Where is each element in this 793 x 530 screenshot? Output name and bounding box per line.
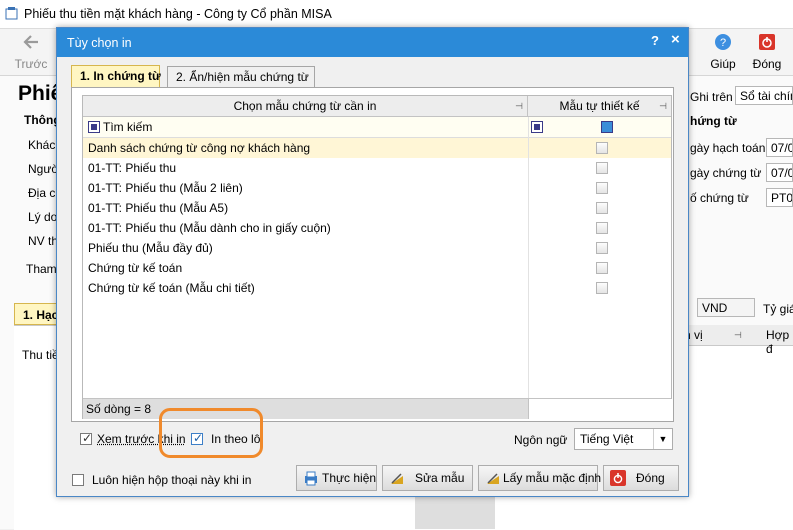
template-name: 01-TT: Phiếu thu (Mẫu 2 liên) [88, 181, 243, 195]
search-input[interactable]: Tìm kiếm [103, 120, 152, 134]
tab-print-voucher[interactable]: 1. In chứng từ [71, 65, 161, 88]
always-show-checkbox[interactable] [72, 474, 84, 486]
highlight-annotation [159, 408, 263, 458]
template-column-header: Chọn mẫu chứng từ cần in ⊣ [83, 96, 528, 117]
detail-grid-header: n vị ⊣ Hợp đ [684, 325, 793, 356]
custom-template-checkbox[interactable] [596, 262, 608, 274]
contract-column-header: Hợp đ [766, 328, 790, 356]
custom-template-checkbox[interactable] [596, 162, 608, 174]
filter-icon [88, 121, 100, 133]
dialog-title: Tùy chọn in [67, 36, 132, 50]
edit-template-button-label: Sửa mẫu [415, 471, 465, 485]
always-show-label[interactable]: Luôn hiện hộp thoại này khi in [92, 473, 251, 487]
posting-date-field[interactable]: 07/0 [766, 138, 793, 157]
tab-print-voucher-label: 1. In chứng từ [80, 69, 161, 83]
voucher-date-field[interactable]: 07/0 [766, 163, 793, 182]
template-name: 01-TT: Phiếu thu (Mẫu A5) [88, 201, 229, 215]
list-item[interactable]: Danh sách chứng từ công nợ khách hàng [83, 138, 671, 158]
tab-show-hide-templates[interactable]: 2. Ẩn/hiện mẫu chứng từ [167, 66, 315, 87]
dialog-title-bar: Tùy chọn in ? × [57, 28, 688, 57]
rate-label: Tỷ giá [763, 302, 793, 316]
list-item[interactable]: Chứng từ kế toán (Mẫu chi tiết) [83, 278, 671, 298]
preview-checkbox[interactable]: ✓ [80, 431, 93, 445]
custom-template-checkbox[interactable] [596, 142, 608, 154]
edit-template-button[interactable]: Sửa mẫu [382, 465, 473, 491]
template-icon [487, 473, 499, 484]
language-label: Ngôn ngữ [514, 433, 568, 447]
custom-column-label: Mẫu tự thiết kế [559, 99, 640, 113]
execute-button-label: Thực hiện [322, 471, 377, 485]
template-name: 01-TT: Phiếu thu (Mẫu dành cho in giấy c… [88, 221, 331, 235]
close-button[interactable]: Đóng [603, 465, 679, 491]
power-icon [759, 34, 775, 50]
edit-icon [391, 473, 403, 484]
filter-icon[interactable] [531, 121, 543, 133]
power-icon [610, 470, 626, 486]
background-title-bar: Phiếu thu tiền mặt khách hàng - Công ty … [0, 0, 793, 29]
custom-filter-checkbox[interactable] [601, 121, 613, 133]
row-count: Số dòng = 8 [86, 402, 152, 416]
voucher-number-field[interactable]: PT0 [766, 188, 793, 207]
book-select[interactable]: Sổ tài chính [735, 86, 793, 105]
voucher-section: hứng từ [690, 114, 737, 128]
currency-select[interactable]: VND [697, 298, 755, 317]
print-icon [305, 471, 317, 486]
custom-template-checkbox[interactable] [596, 222, 608, 234]
custom-template-checkbox[interactable] [596, 282, 608, 294]
close-window-label: Đóng [752, 57, 782, 71]
background-window-title: Phiếu thu tiền mặt khách hàng - Công ty … [24, 7, 332, 21]
tab-show-hide-templates-label: 2. Ẩn/hiện mẫu chứng từ [176, 70, 309, 84]
voucher-date-label: gày chứng từ [690, 166, 762, 180]
custom-template-checkbox[interactable] [596, 242, 608, 254]
help-icon[interactable]: ? [651, 33, 659, 48]
footer-cell [528, 399, 672, 419]
close-button-label: Đóng [636, 471, 665, 485]
voucher-number-label: ố chứng từ [690, 191, 749, 205]
help-icon: ? [715, 34, 731, 50]
column-divider [528, 117, 529, 398]
template-name: Phiếu thu (Mẫu đầy đủ) [88, 241, 213, 255]
svg-text:?: ? [720, 37, 726, 49]
list-item[interactable]: Chứng từ kế toán [83, 258, 671, 278]
help-button-label: Giúp [710, 57, 736, 71]
print-options-dialog: Tùy chọn in ? × 1. In chứng từ 2. Ẩn/hiệ… [56, 27, 689, 497]
arrow-left-icon [23, 35, 38, 49]
detail-tab-label: 1. Hạc [23, 308, 59, 322]
custom-template-checkbox[interactable] [596, 182, 608, 194]
checkmark-icon: ✓ [82, 431, 93, 445]
help-button[interactable]: ? Giúp [706, 33, 740, 71]
close-window-button[interactable]: Đóng [749, 33, 785, 71]
template-name: Chứng từ kế toán [88, 261, 183, 275]
list-item[interactable]: 01-TT: Phiếu thu (Mẫu A5) [83, 198, 671, 218]
back-button[interactable]: Trước [12, 33, 50, 71]
pin-icon[interactable]: ⊣ [658, 101, 668, 111]
list-item[interactable]: Phiếu thu (Mẫu đầy đủ) [83, 238, 671, 258]
template-name: 01-TT: Phiếu thu [88, 161, 177, 175]
template-name: Chứng từ kế toán (Mẫu chi tiết) [88, 281, 255, 295]
app-icon [5, 7, 18, 20]
posting-date-label: gày hạch toán [690, 141, 766, 155]
close-icon[interactable]: × [671, 31, 680, 48]
template-grid: Chọn mẫu chứng từ cần in ⊣ Mẫu tự thiết … [82, 95, 672, 419]
language-select[interactable]: Tiếng Việt ▼ [574, 428, 673, 450]
list-item[interactable]: 01-TT: Phiếu thu (Mẫu 2 liên) [83, 178, 671, 198]
language-value: Tiếng Việt [580, 432, 634, 446]
back-button-label: Trước [14, 57, 48, 71]
list-item[interactable]: 01-TT: Phiếu thu (Mẫu dành cho in giấy c… [83, 218, 671, 238]
pin-icon[interactable]: ⊣ [514, 101, 524, 111]
default-template-button-label: Lấy mẫu mặc định [503, 471, 602, 485]
search-row[interactable]: Tìm kiếm [83, 117, 671, 138]
grid-filler [415, 497, 495, 529]
custom-template-checkbox[interactable] [596, 202, 608, 214]
execute-button[interactable]: Thực hiện [296, 465, 377, 491]
template-column-label: Chọn mẫu chứng từ cần in [233, 99, 377, 113]
pin-icon[interactable]: ⊣ [734, 330, 744, 340]
template-name: Danh sách chứng từ công nợ khách hàng [88, 141, 311, 155]
chevron-down-icon[interactable]: ▼ [653, 429, 672, 449]
list-item[interactable]: 01-TT: Phiếu thu [83, 158, 671, 178]
default-template-button[interactable]: Lấy mẫu mặc định [478, 465, 602, 491]
custom-column-header: Mẫu tự thiết kế ⊣ [528, 96, 671, 117]
